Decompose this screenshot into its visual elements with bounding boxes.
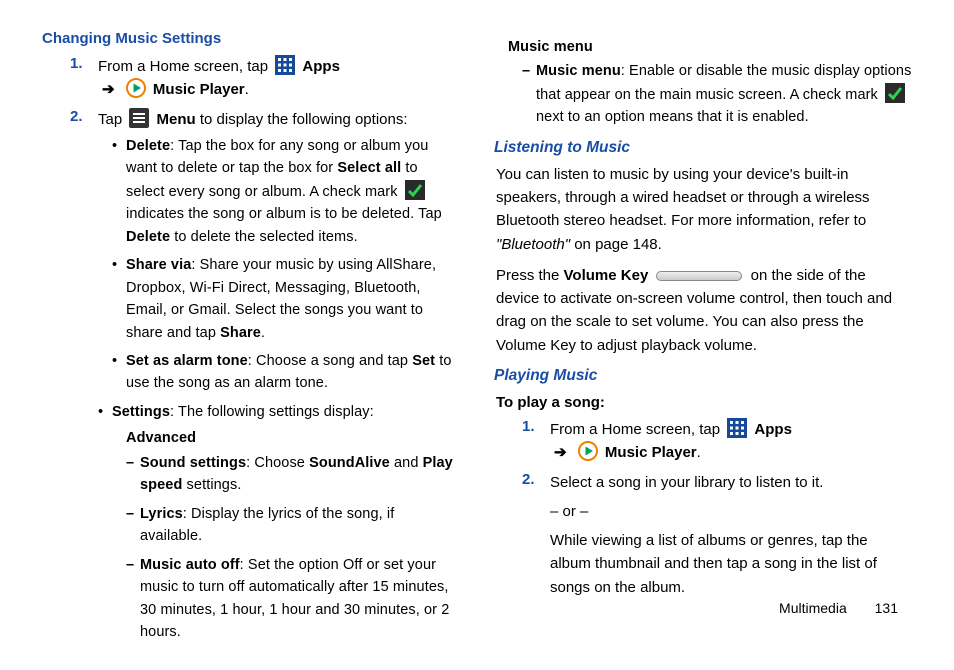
steps-list: 1. From a Home screen, tap Apps ➔ Music … (42, 55, 460, 644)
play-step-2: 2. Select a song in your library to list… (522, 471, 912, 599)
arrow-icon: ➔ (98, 81, 119, 98)
volume-key-label: Volume Key (564, 267, 649, 284)
step-number: 1. (522, 418, 535, 435)
play-step-1: 1. From a Home screen, tap Apps ➔ Music … (522, 418, 912, 465)
apps-icon (727, 418, 747, 438)
to-play-a-song: To play a song: (494, 391, 912, 414)
music-menu-list: Music menu: Enable or disable the music … (508, 60, 912, 128)
music-menu-block: Music menu Music menu: Enable or disable… (494, 36, 912, 129)
heading-listening-to-music: Listening to Music (494, 139, 912, 157)
listening-paragraph-2: Press the Volume Key on the side of the … (494, 264, 912, 357)
step-number: 1. (70, 55, 83, 72)
play-steps: 1. From a Home screen, tap Apps ➔ Music … (494, 418, 912, 599)
heading-playing-music: Playing Music (494, 367, 912, 385)
menu-icon (129, 108, 149, 128)
footer-page-number: 131 (875, 600, 898, 616)
adv-sound-settings: Sound settings: Choose SoundAlive and Pl… (126, 452, 460, 497)
step-number: 2. (70, 108, 83, 125)
apps-label: Apps (754, 421, 792, 438)
music-menu-heading: Music menu (508, 36, 912, 58)
advanced-label: Advanced (112, 427, 460, 449)
listening-paragraph-1: You can listen to music by using your de… (494, 163, 912, 256)
advanced-list: Sound settings: Choose SoundAlive and Pl… (112, 452, 460, 644)
music-player-icon (578, 441, 598, 461)
option-delete: Delete: Tap the box for any song or albu… (112, 135, 460, 248)
arrow-icon: ➔ (550, 444, 571, 461)
footer-section: Multimedia (779, 600, 847, 616)
step-1: 1. From a Home screen, tap Apps ➔ Music … (70, 55, 460, 102)
music-menu-item: Music menu: Enable or disable the music … (522, 60, 912, 128)
adv-music-auto-off: Music auto off: Set the option Off or se… (126, 554, 460, 644)
volume-key-icon (656, 271, 742, 281)
page-footer: Multimedia 131 (779, 600, 898, 616)
bluetooth-ref: "Bluetooth" (496, 236, 570, 253)
menu-options-list: Delete: Tap the box for any song or albu… (98, 135, 460, 644)
or-separator: – or – (550, 500, 912, 523)
option-set-alarm: Set as alarm tone: Choose a song and tap… (112, 350, 460, 395)
checkmark-icon (885, 83, 905, 103)
music-player-label: Music Player (153, 81, 245, 98)
music-player-icon (126, 78, 146, 98)
option-share-via: Share via: Share your music by using All… (112, 254, 460, 344)
step-number: 2. (522, 471, 535, 488)
adv-lyrics: Lyrics: Display the lyrics of the song, … (126, 503, 460, 548)
menu-label: Menu (157, 111, 196, 128)
apps-label: Apps (302, 58, 340, 75)
right-column: Music menu Music menu: Enable or disable… (494, 30, 912, 650)
option-settings: Settings: The following settings display… (98, 401, 460, 644)
left-column: Changing Music Settings 1. From a Home s… (42, 30, 460, 650)
checkmark-icon (405, 180, 425, 200)
music-player-label: Music Player (605, 444, 697, 461)
step-2: 2. Tap Menu to display the following opt… (70, 108, 460, 644)
apps-icon (275, 55, 295, 75)
heading-changing-music-settings: Changing Music Settings (42, 30, 460, 47)
